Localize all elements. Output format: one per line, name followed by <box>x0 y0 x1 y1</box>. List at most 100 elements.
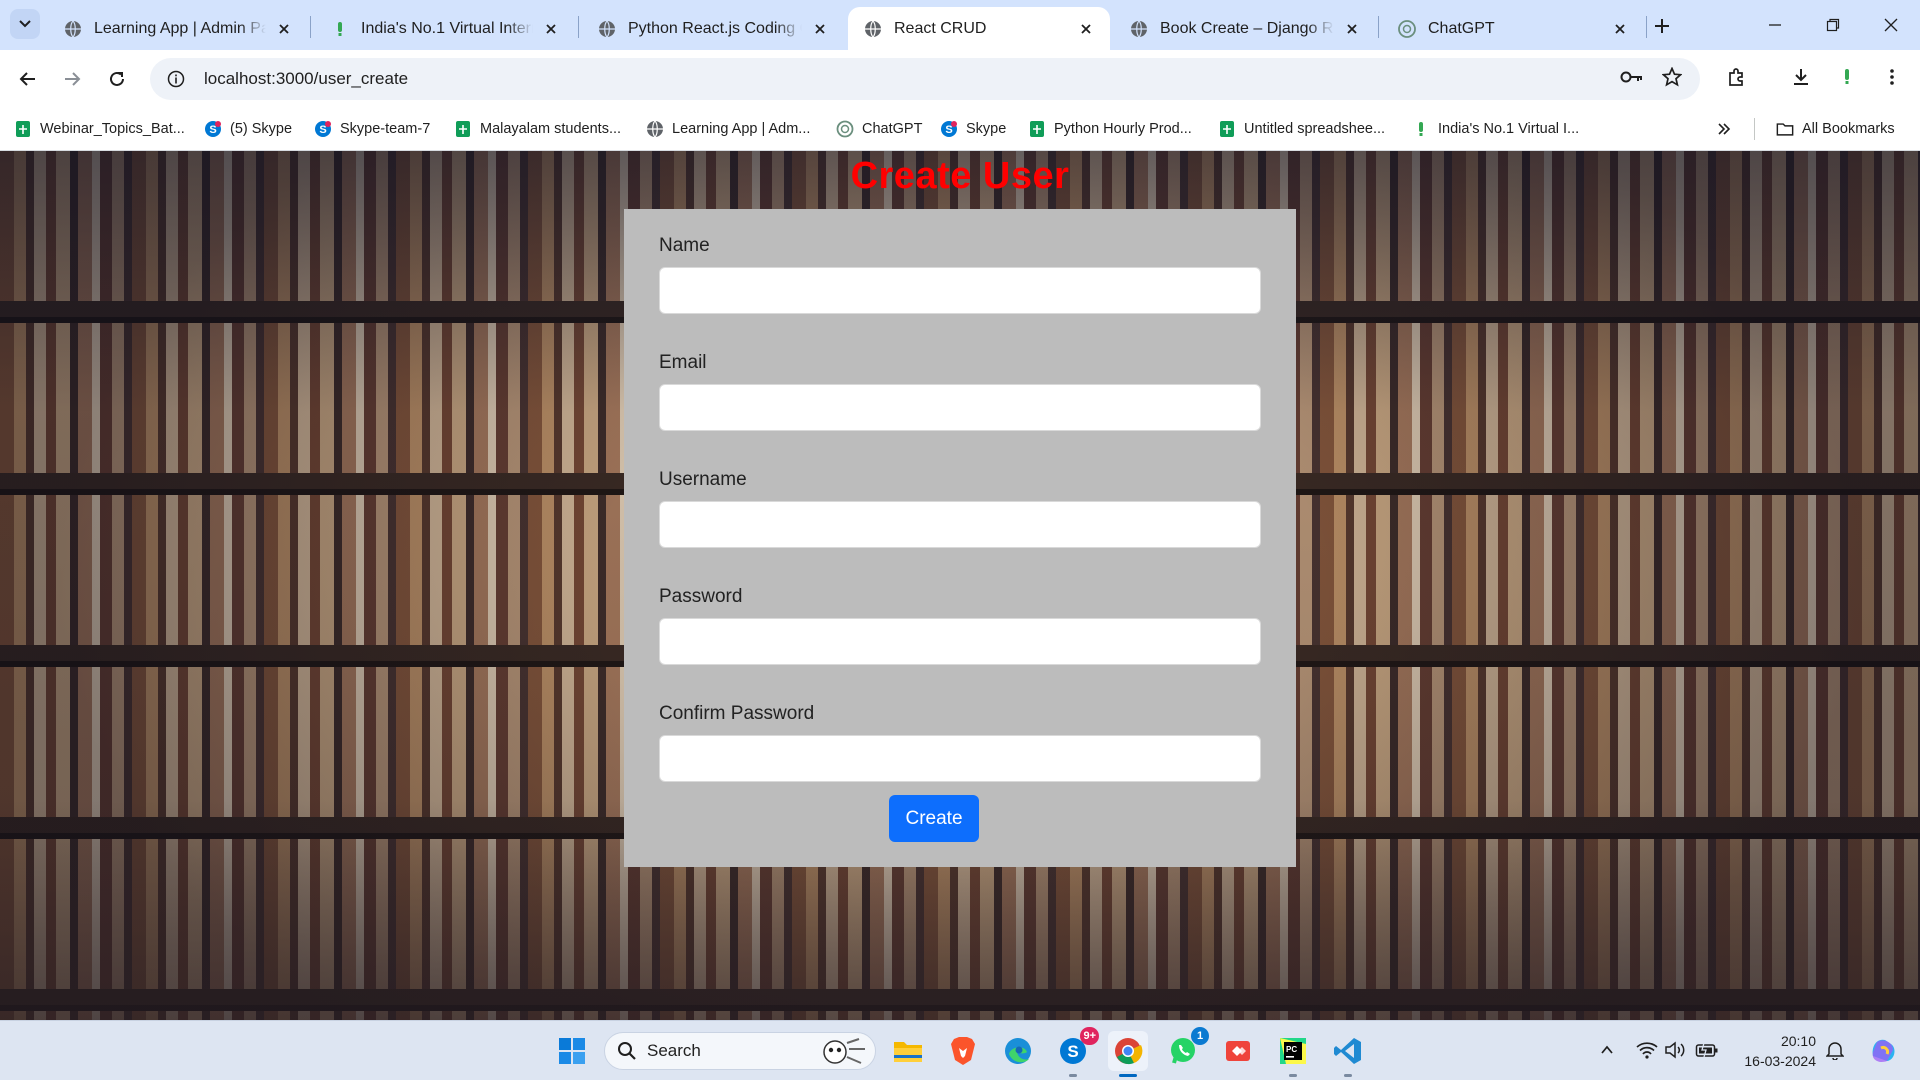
search-icon <box>618 1042 636 1060</box>
extensions-button[interactable] <box>1722 62 1752 92</box>
bookmark-item[interactable]: S Skype-team-7 <box>314 116 430 142</box>
puzzle-icon <box>1729 68 1743 86</box>
bookmark-item[interactable]: Python Hourly Prod... <box>1028 116 1192 142</box>
bookmark-label: Webinar_Topics_Bat... <box>40 121 185 137</box>
edge-browser-button[interactable] <box>998 1031 1038 1071</box>
brave-browser-button[interactable] <box>943 1031 983 1071</box>
close-icon[interactable] <box>810 19 830 39</box>
start-button[interactable] <box>552 1031 592 1071</box>
confirm-password-input[interactable] <box>659 735 1261 782</box>
windows-logo-icon <box>559 1038 585 1064</box>
close-icon[interactable] <box>274 19 294 39</box>
chevron-up-icon <box>1601 1045 1613 1054</box>
speaker-icon <box>1665 1041 1685 1059</box>
chevron-down-icon <box>19 20 31 28</box>
chrome-menu-button[interactable] <box>1877 62 1907 92</box>
tab-learning-app[interactable]: Learning App | Admin Panel <box>48 7 308 50</box>
folder-icon <box>1776 120 1794 138</box>
bookmark-star-button[interactable] <box>1657 62 1687 92</box>
email-input[interactable] <box>659 384 1261 431</box>
tab-python-react[interactable]: Python React.js Coding Challenge <box>582 7 844 50</box>
tab-chatgpt[interactable]: ChatGPT <box>1382 7 1644 50</box>
globe-icon <box>864 20 882 38</box>
copilot-button[interactable] <box>1866 1033 1900 1067</box>
create-button[interactable]: Create <box>889 795 979 842</box>
restore-icon <box>1826 18 1840 32</box>
wifi-icon <box>1636 1042 1658 1059</box>
vscode-button[interactable] <box>1328 1031 1368 1077</box>
show-hidden-icons-button[interactable] <box>1594 1037 1620 1063</box>
edge-icon <box>1005 1038 1031 1064</box>
bookmark-item[interactable]: Learning App | Adm... <box>646 116 810 142</box>
address-bar[interactable]: localhost:3000/user_create <box>150 58 1700 100</box>
bookmark-label: ChatGPT <box>862 121 923 137</box>
bookmark-item[interactable]: S Skype <box>940 116 1006 142</box>
tab-virtual-internship[interactable]: India's No.1 Virtual Internship <box>315 7 575 50</box>
minimize-icon <box>1769 24 1781 26</box>
name-field-group: Name <box>659 233 1261 350</box>
url-text: localhost:3000/user_create <box>204 69 409 88</box>
bookmark-label: Untitled spreadshee... <box>1244 121 1386 137</box>
close-icon[interactable] <box>541 19 561 39</box>
bookmark-item[interactable]: India's No.1 Virtual I... <box>1412 116 1579 142</box>
skype-taskbar-button[interactable]: S 9+ <box>1053 1027 1099 1077</box>
email-label: Email <box>659 352 707 373</box>
tab-separator <box>310 16 311 38</box>
close-icon[interactable] <box>1342 19 1362 39</box>
battery-button[interactable] <box>1694 1037 1720 1063</box>
bulb-icon <box>1412 120 1430 138</box>
forward-button[interactable] <box>57 64 87 94</box>
restore-button[interactable] <box>1804 0 1862 50</box>
pycharm-button[interactable]: PC <box>1273 1031 1313 1077</box>
all-bookmarks-button[interactable]: All Bookmarks <box>1776 116 1895 142</box>
password-label: Password <box>659 586 743 607</box>
reload-button[interactable] <box>102 64 132 94</box>
username-input[interactable] <box>659 501 1261 548</box>
anydesk-button[interactable] <box>1218 1031 1258 1071</box>
running-indicator <box>1344 1074 1352 1077</box>
clock-time: 20:10 <box>1780 1033 1816 1049</box>
reload-icon <box>110 71 124 86</box>
search-placeholder: Search <box>647 1041 701 1060</box>
search-highlight-icon <box>823 1038 865 1064</box>
close-icon[interactable] <box>1076 19 1096 39</box>
bookmark-item[interactable]: Webinar_Topics_Bat... <box>14 116 185 142</box>
new-tab-button[interactable] <box>1648 12 1676 40</box>
volume-button[interactable] <box>1662 1037 1688 1063</box>
more-bookmarks-button[interactable] <box>1716 116 1732 142</box>
bookmark-item[interactable]: S (5) Skype <box>204 116 292 142</box>
bookmark-item[interactable]: Untitled spreadshee... <box>1218 116 1385 142</box>
close-window-button[interactable] <box>1862 0 1920 50</box>
tab-django-rest[interactable]: Book Create – Django REST framework <box>1114 7 1376 50</box>
svg-text:S: S <box>945 124 952 136</box>
password-key-button[interactable] <box>1617 62 1647 92</box>
minimize-button[interactable] <box>1746 0 1804 50</box>
profile-button[interactable] <box>1832 62 1862 92</box>
tab-react-crud[interactable]: React CRUD <box>848 7 1110 50</box>
downloads-button[interactable] <box>1786 62 1816 92</box>
tab-title: Learning App | Admin Panel <box>94 19 266 37</box>
file-explorer-button[interactable] <box>888 1031 928 1071</box>
sheets-icon <box>1218 120 1236 138</box>
taskbar-clock[interactable]: 20:10 16-03-2024 <box>1736 1031 1816 1071</box>
bookmark-item[interactable]: ChatGPT <box>836 116 922 142</box>
svg-text:PC: PC <box>1286 1045 1297 1054</box>
battery-icon <box>1695 1042 1718 1058</box>
site-info-icon[interactable] <box>164 67 188 91</box>
running-indicator <box>1119 1074 1137 1077</box>
name-input[interactable] <box>659 267 1261 314</box>
page-viewport: Create User Name Email Username Password… <box>0 151 1920 1020</box>
back-button[interactable] <box>13 64 43 94</box>
whatsapp-button[interactable]: 1 <box>1163 1027 1209 1071</box>
wifi-button[interactable] <box>1634 1037 1660 1063</box>
bookmarks-bar: Webinar_Topics_Bat... S (5) Skype S Skyp… <box>0 108 1920 151</box>
chrome-taskbar-button[interactable] <box>1108 1031 1148 1077</box>
star-icon <box>1662 67 1682 87</box>
notifications-button[interactable] <box>1822 1037 1848 1063</box>
tab-search-button[interactable] <box>10 9 40 39</box>
close-icon[interactable] <box>1610 19 1630 39</box>
taskbar-search[interactable]: Search <box>604 1032 876 1070</box>
password-input[interactable] <box>659 618 1261 665</box>
bookmark-item[interactable]: Malayalam students... <box>454 116 621 142</box>
skype-icon: S <box>314 120 332 138</box>
